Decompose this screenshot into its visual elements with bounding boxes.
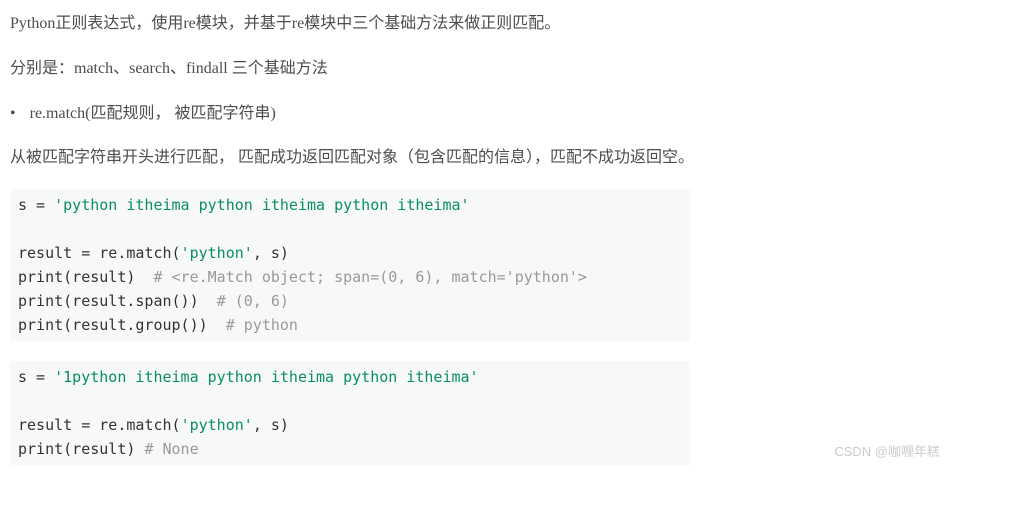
code-text: , s) bbox=[253, 416, 289, 434]
code-text: s = bbox=[18, 196, 54, 214]
code-text: print(result.group()) bbox=[18, 316, 226, 334]
code-string: 'python' bbox=[181, 244, 253, 262]
paragraph-desc: 从被匹配字符串开头进行匹配， 匹配成功返回匹配对象（包含匹配的信息），匹配不成功… bbox=[10, 144, 1008, 173]
code-text: result = re.match( bbox=[18, 244, 181, 262]
bullet-text: re.match(匹配规则， 被匹配字符串) bbox=[30, 105, 276, 122]
code-comment: # (0, 6) bbox=[217, 292, 289, 310]
paragraph-methods: 分别是：match、search、findall 三个基础方法 bbox=[10, 55, 1008, 84]
watermark-text: CSDN @咖喱年糕 bbox=[834, 442, 940, 463]
code-block-1: s = 'python itheima python itheima pytho… bbox=[10, 189, 690, 341]
bullet-dot: • bbox=[10, 100, 16, 129]
code-string: 'python' bbox=[181, 416, 253, 434]
paragraph-intro: Python正则表达式，使用re模块，并基于re模块中三个基础方法来做正则匹配。 bbox=[10, 10, 1008, 39]
code-text: print(result) bbox=[18, 268, 153, 286]
code-text: s = bbox=[18, 368, 54, 386]
bullet-match: • re.match(匹配规则， 被匹配字符串) bbox=[10, 100, 1008, 129]
code-comment: # <re.Match object; span=(0, 6), match='… bbox=[153, 268, 586, 286]
code-text: print(result.span()) bbox=[18, 292, 217, 310]
code-text: result = re.match( bbox=[18, 416, 181, 434]
code-comment: # python bbox=[226, 316, 298, 334]
code-block-2: s = '1python itheima python itheima pyth… bbox=[10, 361, 690, 465]
code-text: print(result) bbox=[18, 440, 144, 458]
code-text: , s) bbox=[253, 244, 289, 262]
code-comment: # None bbox=[144, 440, 198, 458]
code-string: '1python itheima python itheima python i… bbox=[54, 368, 478, 386]
code-string: 'python itheima python itheima python it… bbox=[54, 196, 469, 214]
